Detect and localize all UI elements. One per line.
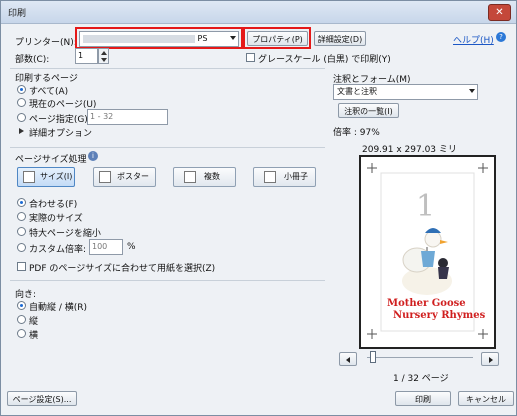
custom-scale-input[interactable]: 100 <box>89 239 123 255</box>
radio-portrait-label: 縦 <box>29 317 39 327</box>
preview-page-number: 1 <box>416 189 436 224</box>
radio-fit-label: 合わせる(F) <box>29 200 78 210</box>
sizing-multiple-label: 複数 <box>204 172 220 181</box>
radio-custom-scale-label: カスタム倍率: <box>29 245 87 255</box>
page-range-input[interactable]: 1 - 32 <box>87 109 168 125</box>
preview-scale: 倍率 : 97% <box>333 128 380 138</box>
radio-all-pages[interactable] <box>17 85 26 94</box>
radio-landscape[interactable] <box>17 329 26 338</box>
poster-icon <box>99 171 111 183</box>
page-slider-track[interactable] <box>367 357 473 358</box>
pages-heading: 印刷するページ <box>15 74 78 84</box>
advanced-button[interactable]: 詳細設定(D) <box>314 31 366 46</box>
copies-label: 部数(C): <box>15 55 50 65</box>
print-dialog: 印刷 ✕ プリンター(N): PS プロパティ(P) 詳細設定(D) ヘルプ(H… <box>0 0 517 416</box>
cancel-button[interactable]: キャンセル <box>458 391 514 406</box>
comments-select[interactable]: 文書と注釈 <box>333 84 478 100</box>
properties-highlight-box <box>243 27 311 49</box>
radio-auto-orientation-label: 自動縦 / 横(R) <box>29 303 88 313</box>
info-icon[interactable]: i <box>88 151 98 161</box>
section-divider <box>10 68 325 69</box>
section-divider <box>10 280 325 281</box>
help-link[interactable]: ヘルプ(H) <box>453 33 494 46</box>
grayscale-checkbox[interactable] <box>246 53 255 62</box>
multiple-pages-icon <box>184 171 196 183</box>
pdf-paper-source-checkbox[interactable] <box>17 262 26 271</box>
radio-custom-scale[interactable] <box>17 243 26 252</box>
radio-page-range-label: ページ指定(G) <box>29 115 88 125</box>
printer-highlight-box <box>75 27 243 49</box>
more-options-link[interactable]: 詳細オプション <box>29 126 92 139</box>
sizing-size-button[interactable]: サイズ(I) <box>17 167 75 187</box>
goose-illustration <box>402 228 452 295</box>
title-bar: 印刷 ✕ <box>1 1 516 24</box>
chevron-right-icon <box>489 357 493 363</box>
sizing-poster-button[interactable]: ポスター <box>93 167 156 187</box>
copies-stepper[interactable] <box>98 48 109 64</box>
stepper-down-icon[interactable] <box>101 58 107 62</box>
sizing-booklet-button[interactable]: 小冊子 <box>253 167 316 187</box>
radio-fit[interactable] <box>17 198 26 207</box>
stepper-up-icon[interactable] <box>101 51 107 55</box>
printer-label: プリンター(N): <box>15 38 77 48</box>
page-setup-button[interactable]: ページ設定(S)... <box>7 391 77 406</box>
sizing-heading: ページサイズ処理 <box>15 155 87 165</box>
sizing-poster-label: ポスター <box>117 172 149 181</box>
chevron-down-icon <box>469 89 475 93</box>
radio-all-pages-label: すべて(A) <box>29 87 69 97</box>
copies-input[interactable]: 1 <box>75 48 98 64</box>
radio-actual-size-label: 実際のサイズ <box>29 214 83 224</box>
expand-triangle-icon[interactable] <box>19 128 24 134</box>
radio-actual-size[interactable] <box>17 212 26 221</box>
comments-summary-button[interactable]: 注釈の一覧(I) <box>338 103 399 118</box>
window-title: 印刷 <box>8 9 27 19</box>
help-icon[interactable]: ? <box>496 32 506 42</box>
radio-shrink-oversized-label: 特大ページを縮小 <box>29 229 101 239</box>
booklet-icon <box>264 171 276 183</box>
radio-portrait[interactable] <box>17 315 26 324</box>
radio-shrink-oversized[interactable] <box>17 227 26 236</box>
print-button[interactable]: 印刷 <box>395 391 451 406</box>
radio-page-range[interactable] <box>17 113 26 122</box>
close-button[interactable]: ✕ <box>488 4 511 21</box>
preview-title-line2: Nursery Rhymes <box>393 310 486 321</box>
page-status: 1 / 32 ページ <box>393 374 449 384</box>
chevron-left-icon <box>346 357 350 363</box>
comments-selected: 文書と注釈 <box>337 87 377 96</box>
section-divider <box>10 147 325 148</box>
sizing-size-label: サイズ(I) <box>40 172 73 181</box>
page-slider-thumb[interactable] <box>370 351 377 363</box>
preview-size: 209.91 x 297.03 ミリ <box>362 145 457 155</box>
next-page-button[interactable] <box>481 352 499 366</box>
fit-page-icon <box>23 171 35 183</box>
sizing-booklet-label: 小冊子 <box>284 172 308 181</box>
print-preview: 1 Mother Goose Nursery Rhymes <box>359 155 496 349</box>
radio-landscape-label: 横 <box>29 331 39 341</box>
grayscale-label: グレースケール (白黒) で印刷(Y) <box>258 55 391 65</box>
orientation-heading: 向き: <box>15 290 37 300</box>
previous-page-button[interactable] <box>339 352 357 366</box>
custom-scale-unit: % <box>127 242 136 252</box>
pdf-paper-source-label: PDF のページサイズに合わせて用紙を選択(Z) <box>29 264 216 274</box>
radio-auto-orientation[interactable] <box>17 301 26 310</box>
sizing-multiple-button[interactable]: 複数 <box>173 167 236 187</box>
preview-title-line1: Mother Goose <box>387 298 466 309</box>
radio-current-page[interactable] <box>17 98 26 107</box>
